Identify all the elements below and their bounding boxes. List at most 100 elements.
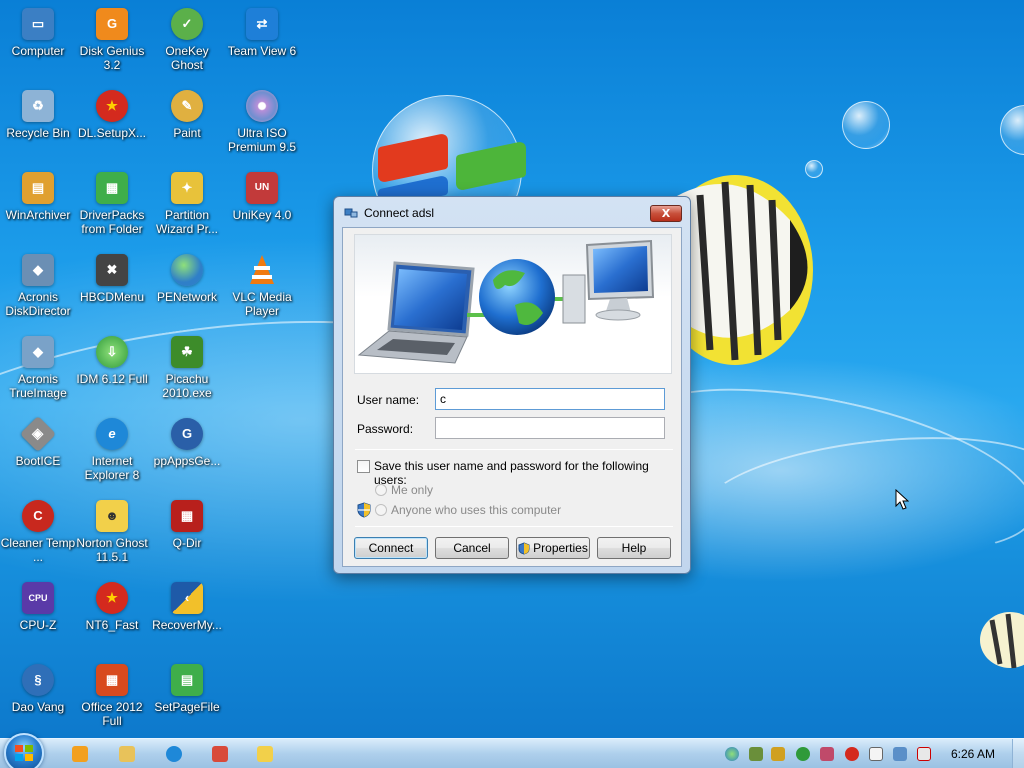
desktop-icon-recycle-bin[interactable]: ♻ Recycle Bin xyxy=(0,90,76,140)
desktop-icon-label: Norton Ghost 11.5.1 xyxy=(76,536,148,564)
qdir-icon: ▦ xyxy=(171,500,203,532)
paint-icon[interactable] xyxy=(212,746,228,762)
desktop-icon-label: Internet Explorer 8 xyxy=(84,454,140,482)
help-button-label: Help xyxy=(621,541,647,555)
desktop-icon-nt6-fast[interactable]: ★ NT6_Fast xyxy=(74,582,150,632)
driverpacks-icon: ▦ xyxy=(96,172,128,204)
start-button[interactable] xyxy=(4,733,44,768)
desktop-icon-setpagefile[interactable]: ▤ SetPageFile xyxy=(149,664,225,714)
properties-button[interactable]: Properties xyxy=(516,537,590,559)
desktop-icon-onekey-ghost[interactable]: ✓ OneKey Ghost xyxy=(149,8,225,72)
onekey-ghost-icon: ✓ xyxy=(171,8,203,40)
dialog-titlebar[interactable]: Connect adsl X xyxy=(334,197,690,227)
play-icon[interactable] xyxy=(796,747,810,761)
desktop-icon-label: SetPageFile xyxy=(154,700,220,714)
desktop-icon-label: OneKey Ghost xyxy=(165,44,209,72)
desktop-icon-idm[interactable]: ⇩ IDM 6.12 Full xyxy=(74,336,150,386)
network-globe-icon[interactable] xyxy=(725,747,739,761)
password-input[interactable] xyxy=(435,417,665,439)
password-label: Password: xyxy=(357,422,414,436)
desktop-icon-label: Recycle Bin xyxy=(6,126,70,140)
desktop-icon-norton-ghost[interactable]: ☻ Norton Ghost 11.5.1 xyxy=(74,500,150,564)
monitor-icon[interactable] xyxy=(893,747,907,761)
flag-icon[interactable] xyxy=(869,747,883,761)
idm-icon: ⇩ xyxy=(96,336,128,368)
desktop-icon-label: PENetwork xyxy=(156,290,218,304)
save-credentials-checkbox[interactable] xyxy=(357,460,370,473)
desktop-icon-unikey[interactable]: UN UniKey 4.0 xyxy=(224,172,300,222)
explorer-icon[interactable] xyxy=(119,746,135,762)
media-player-icon[interactable] xyxy=(72,746,88,762)
desktop-icon-office-2012[interactable]: ▦ Office 2012 Full xyxy=(74,664,150,728)
partition-wizard-icon: ✦ xyxy=(171,172,203,204)
desktop-icon-winarchiver[interactable]: ▤ WinArchiver xyxy=(0,172,76,222)
tray-tool-icon[interactable] xyxy=(749,747,763,761)
me-only-radio[interactable] xyxy=(375,484,387,496)
desktop-icon-penetwork[interactable]: PENetwork xyxy=(149,254,225,304)
desktop-icon-dao-vang[interactable]: § Dao Vang xyxy=(0,664,76,714)
desktop-icon-driverpacks[interactable]: ▦ DriverPacks from Folder xyxy=(74,172,150,236)
bootice-icon: ▣ xyxy=(19,415,57,453)
show-desktop-button[interactable] xyxy=(1012,739,1024,768)
desktop[interactable]: ▭ Computer G Disk Genius 3.2 ✓ OneKey Gh… xyxy=(0,0,1024,738)
tray-app-icon[interactable] xyxy=(820,747,834,761)
desktop-icon-teamviewer[interactable]: ⇄ Team View 6 xyxy=(224,8,300,58)
daovang-icon: § xyxy=(22,664,54,696)
clock[interactable]: 6:26 AM xyxy=(951,747,995,761)
desktop-icon-dl-setupx[interactable]: ★ DL.SetupX... xyxy=(74,90,150,140)
ghost-icon[interactable] xyxy=(257,746,273,762)
desktop-icon-label: Team View 6 xyxy=(227,44,297,58)
recycle-bin-icon: ♻ xyxy=(22,90,54,122)
cancel-button[interactable]: Cancel xyxy=(435,537,509,559)
connect-button[interactable]: Connect xyxy=(354,537,428,559)
desktop-icon-partition-wizard[interactable]: ✦ Partition Wizard Pr... xyxy=(149,172,225,236)
anyone-label: Anyone who uses this computer xyxy=(391,503,562,517)
desktop-icon-ppappsge[interactable]: G ppAppsGe... xyxy=(149,418,225,468)
ccleaner-icon: C xyxy=(22,500,54,532)
desktop-icon-q-dir[interactable]: ▦ Q-Dir xyxy=(149,500,225,550)
network-connection-icon xyxy=(344,208,358,218)
desktop-icon-ultraiso[interactable]: Ultra ISO Premium 9.5 xyxy=(224,90,300,154)
picachu-icon: ☘ xyxy=(171,336,203,368)
ppapps-icon: G xyxy=(171,418,203,450)
teamviewer-icon: ⇄ xyxy=(246,8,278,40)
close-button[interactable]: X xyxy=(650,205,682,222)
shield-icon[interactable] xyxy=(771,747,785,761)
anyone-radio[interactable] xyxy=(375,504,387,516)
desktop-icon-label: NT6_Fast xyxy=(85,618,139,632)
desktop-icon-label: Q-Dir xyxy=(172,536,202,550)
speaker-muted-icon[interactable] xyxy=(917,747,931,761)
desktop-icon-cleaner-temp[interactable]: C Cleaner Temp ... xyxy=(0,500,76,564)
desktop-icon-recovermy[interactable]: ‹ RecoverMy... xyxy=(149,582,225,632)
desktop-icon-label: Office 2012 Full xyxy=(81,700,143,728)
desktop-icon-acronis-trueimage[interactable]: ◆ Acronis TrueImage xyxy=(0,336,76,400)
desktop-icon-picachu[interactable]: ☘ Picachu 2010.exe xyxy=(149,336,225,400)
desktop-icon-computer[interactable]: ▭ Computer xyxy=(0,8,76,58)
windows-logo-icon xyxy=(15,745,33,761)
desktop-icon-label: Acronis DiskDirector xyxy=(5,290,71,318)
desktop-icon-label: CPU-Z xyxy=(19,618,57,632)
desktop-icon-disk-genius[interactable]: G Disk Genius 3.2 xyxy=(74,8,150,72)
desktop-icon-label: HBCDMenu xyxy=(79,290,145,304)
desktop-icon-acronis-diskdirector[interactable]: ◆ Acronis DiskDirector xyxy=(0,254,76,318)
desktop-icon-cpu-z[interactable]: CPU CPU-Z xyxy=(0,582,76,632)
desktop-icon-internet-explorer[interactable]: e Internet Explorer 8 xyxy=(74,418,150,482)
desktop-icon-bootice[interactable]: ▣ BootICE xyxy=(0,415,76,468)
desktop-icon-vlc[interactable]: VLC Media Player xyxy=(224,254,300,318)
diskgenius-icon: G xyxy=(96,8,128,40)
desktop-icon-label: Dao Vang xyxy=(11,700,65,714)
star-icon: ★ xyxy=(96,90,128,122)
desktop-icon-hbcdmenu[interactable]: ✖ HBCDMenu xyxy=(74,254,150,304)
desktop-icon-label: Partition Wizard Pr... xyxy=(155,208,218,236)
connect-dialog: Connect adsl X User name: c Password: Sa… xyxy=(333,196,691,574)
me-only-label: Me only xyxy=(391,483,434,497)
antivirus-icon[interactable] xyxy=(845,747,859,761)
desktop-icon-paint[interactable]: ✎ Paint xyxy=(149,90,225,140)
help-button[interactable]: Help xyxy=(597,537,671,559)
desktop-icon-label: WinArchiver xyxy=(5,208,71,222)
connection-illustration xyxy=(357,239,655,364)
cancel-button-label: Cancel xyxy=(453,541,491,555)
star-icon: ★ xyxy=(96,582,128,614)
username-input[interactable] xyxy=(435,388,665,410)
ie-icon[interactable] xyxy=(166,746,182,762)
